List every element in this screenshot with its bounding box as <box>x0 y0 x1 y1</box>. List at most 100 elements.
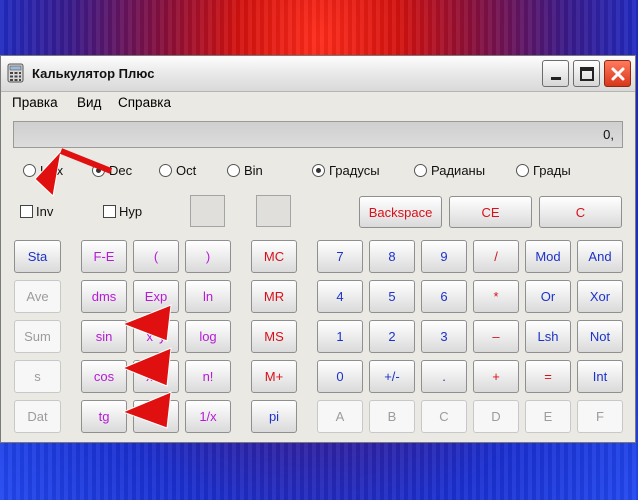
inv-checkbox-label: Inv <box>36 204 54 219</box>
key-xor-button[interactable]: Xor <box>577 280 623 313</box>
radio-dot-selected <box>312 164 325 177</box>
key-not-button[interactable]: Not <box>577 320 623 353</box>
stat-sta-button[interactable]: Sta <box>14 240 61 273</box>
backspace-button[interactable]: Backspace <box>359 196 442 228</box>
stat-sum-button[interactable]: Sum <box>14 320 61 353</box>
menu-bar: Правка Вид Справка <box>1 91 635 113</box>
stat-dat-button[interactable]: Dat <box>14 400 61 433</box>
key-mod-button[interactable]: Mod <box>525 240 571 273</box>
calculator-window: Калькулятор Плюс Правка Вид Справка 0, H… <box>0 55 636 443</box>
radio-radians-label: Радианы <box>431 163 486 178</box>
key-lsh-button[interactable]: Lsh <box>525 320 571 353</box>
stat-ave-button[interactable]: Ave <box>14 280 61 313</box>
fn-1-x-button[interactable]: 1/x <box>185 400 231 433</box>
key-sym-button[interactable]: + <box>473 360 519 393</box>
key-sym-button[interactable]: – <box>473 320 519 353</box>
radio-dot <box>227 164 240 177</box>
title-bar[interactable]: Калькулятор Плюс <box>1 56 635 92</box>
radio-hex[interactable]: Hex <box>23 163 63 178</box>
maximize-button[interactable] <box>573 60 600 87</box>
radio-dot <box>159 164 172 177</box>
minimize-icon <box>550 76 561 80</box>
fn-x-y-button[interactable]: x^y <box>133 320 179 353</box>
fn-ln-button[interactable]: ln <box>185 280 231 313</box>
fn-cos-button[interactable]: cos <box>81 360 127 393</box>
key-int-button[interactable]: Int <box>577 360 623 393</box>
key-and-button[interactable]: And <box>577 240 623 273</box>
fn-dms-button[interactable]: dms <box>81 280 127 313</box>
fn-n-button[interactable]: n! <box>185 360 231 393</box>
radio-grads-label: Грады <box>533 163 571 178</box>
key-a-button[interactable]: A <box>317 400 363 433</box>
key-sym-button[interactable]: / <box>473 240 519 273</box>
key-or-button[interactable]: Or <box>525 280 571 313</box>
hyp-checkbox-label: Hyp <box>119 204 143 219</box>
radio-oct[interactable]: Oct <box>159 163 196 178</box>
key-3-button[interactable]: 3 <box>421 320 467 353</box>
key-4-button[interactable]: 4 <box>317 280 363 313</box>
radio-dot <box>23 164 36 177</box>
c-button[interactable]: C <box>539 196 622 228</box>
hyp-checkbox-box <box>103 205 116 218</box>
mem-mc-button[interactable]: MC <box>251 240 297 273</box>
fn-x-3-button[interactable]: x^3 <box>133 360 179 393</box>
ce-button[interactable]: CE <box>449 196 532 228</box>
key-1-button[interactable]: 1 <box>317 320 363 353</box>
key-f-button[interactable]: F <box>577 400 623 433</box>
memory-indicator-box <box>256 195 291 227</box>
key-2-button[interactable]: 2 <box>369 320 415 353</box>
close-icon <box>611 67 624 80</box>
radio-oct-label: Oct <box>176 163 197 178</box>
radio-degrees[interactable]: Градусы <box>312 163 380 178</box>
key-sym-button[interactable]: * <box>473 280 519 313</box>
fn-sym-button[interactable]: ) <box>185 240 231 273</box>
stat-s-button[interactable]: s <box>14 360 61 393</box>
key-b-button[interactable]: B <box>369 400 415 433</box>
fn-sym-button[interactable]: ( <box>133 240 179 273</box>
menu-view[interactable]: Вид <box>77 95 101 110</box>
mem-pi-button[interactable]: pi <box>251 400 297 433</box>
fn-sin-button[interactable]: sin <box>81 320 127 353</box>
hyp-checkbox[interactable]: Hyp <box>103 204 142 219</box>
fn-exp-button[interactable]: Exp <box>133 280 179 313</box>
mem-mr-button[interactable]: MR <box>251 280 297 313</box>
mem-ms-button[interactable]: MS <box>251 320 297 353</box>
radio-bin[interactable]: Bin <box>227 163 263 178</box>
fn-log-button[interactable]: log <box>185 320 231 353</box>
radio-dec-label: Dec <box>109 163 133 178</box>
radio-grads[interactable]: Грады <box>516 163 571 178</box>
calculator-app-icon <box>7 63 24 83</box>
minimize-button[interactable] <box>542 60 569 87</box>
key-d-button[interactable]: D <box>473 400 519 433</box>
radio-dot <box>516 164 529 177</box>
key-c-button[interactable]: C <box>421 400 467 433</box>
key-0-button[interactable]: 0 <box>317 360 363 393</box>
mem-m-button[interactable]: M+ <box>251 360 297 393</box>
window-title: Калькулятор Плюс <box>32 66 155 81</box>
inv-checkbox[interactable]: Inv <box>20 204 53 219</box>
inv-checkbox-box <box>20 205 33 218</box>
key-sym-button[interactable]: . <box>421 360 467 393</box>
radio-degrees-label: Градусы <box>329 163 380 178</box>
key-8-button[interactable]: 8 <box>369 240 415 273</box>
fn-f-e-button[interactable]: F-E <box>81 240 127 273</box>
menu-edit[interactable]: Правка <box>12 95 58 110</box>
radio-hex-label: Hex <box>40 163 64 178</box>
radio-dot <box>414 164 427 177</box>
key-sym-button[interactable]: +/- <box>369 360 415 393</box>
key-e-button[interactable]: E <box>525 400 571 433</box>
key-9-button[interactable]: 9 <box>421 240 467 273</box>
fn-tg-button[interactable]: tg <box>81 400 127 433</box>
close-button[interactable] <box>604 60 631 87</box>
display-value: 0, <box>603 127 614 142</box>
menu-help[interactable]: Справка <box>118 95 171 110</box>
radio-dot-selected <box>92 164 105 177</box>
key-5-button[interactable]: 5 <box>369 280 415 313</box>
radio-dec[interactable]: Dec <box>92 163 132 178</box>
key-6-button[interactable]: 6 <box>421 280 467 313</box>
key-7-button[interactable]: 7 <box>317 240 363 273</box>
maximize-icon <box>579 66 594 81</box>
fn-x-2-button[interactable]: x^2 <box>133 400 179 433</box>
key-sym-button[interactable]: = <box>525 360 571 393</box>
radio-radians[interactable]: Радианы <box>414 163 485 178</box>
